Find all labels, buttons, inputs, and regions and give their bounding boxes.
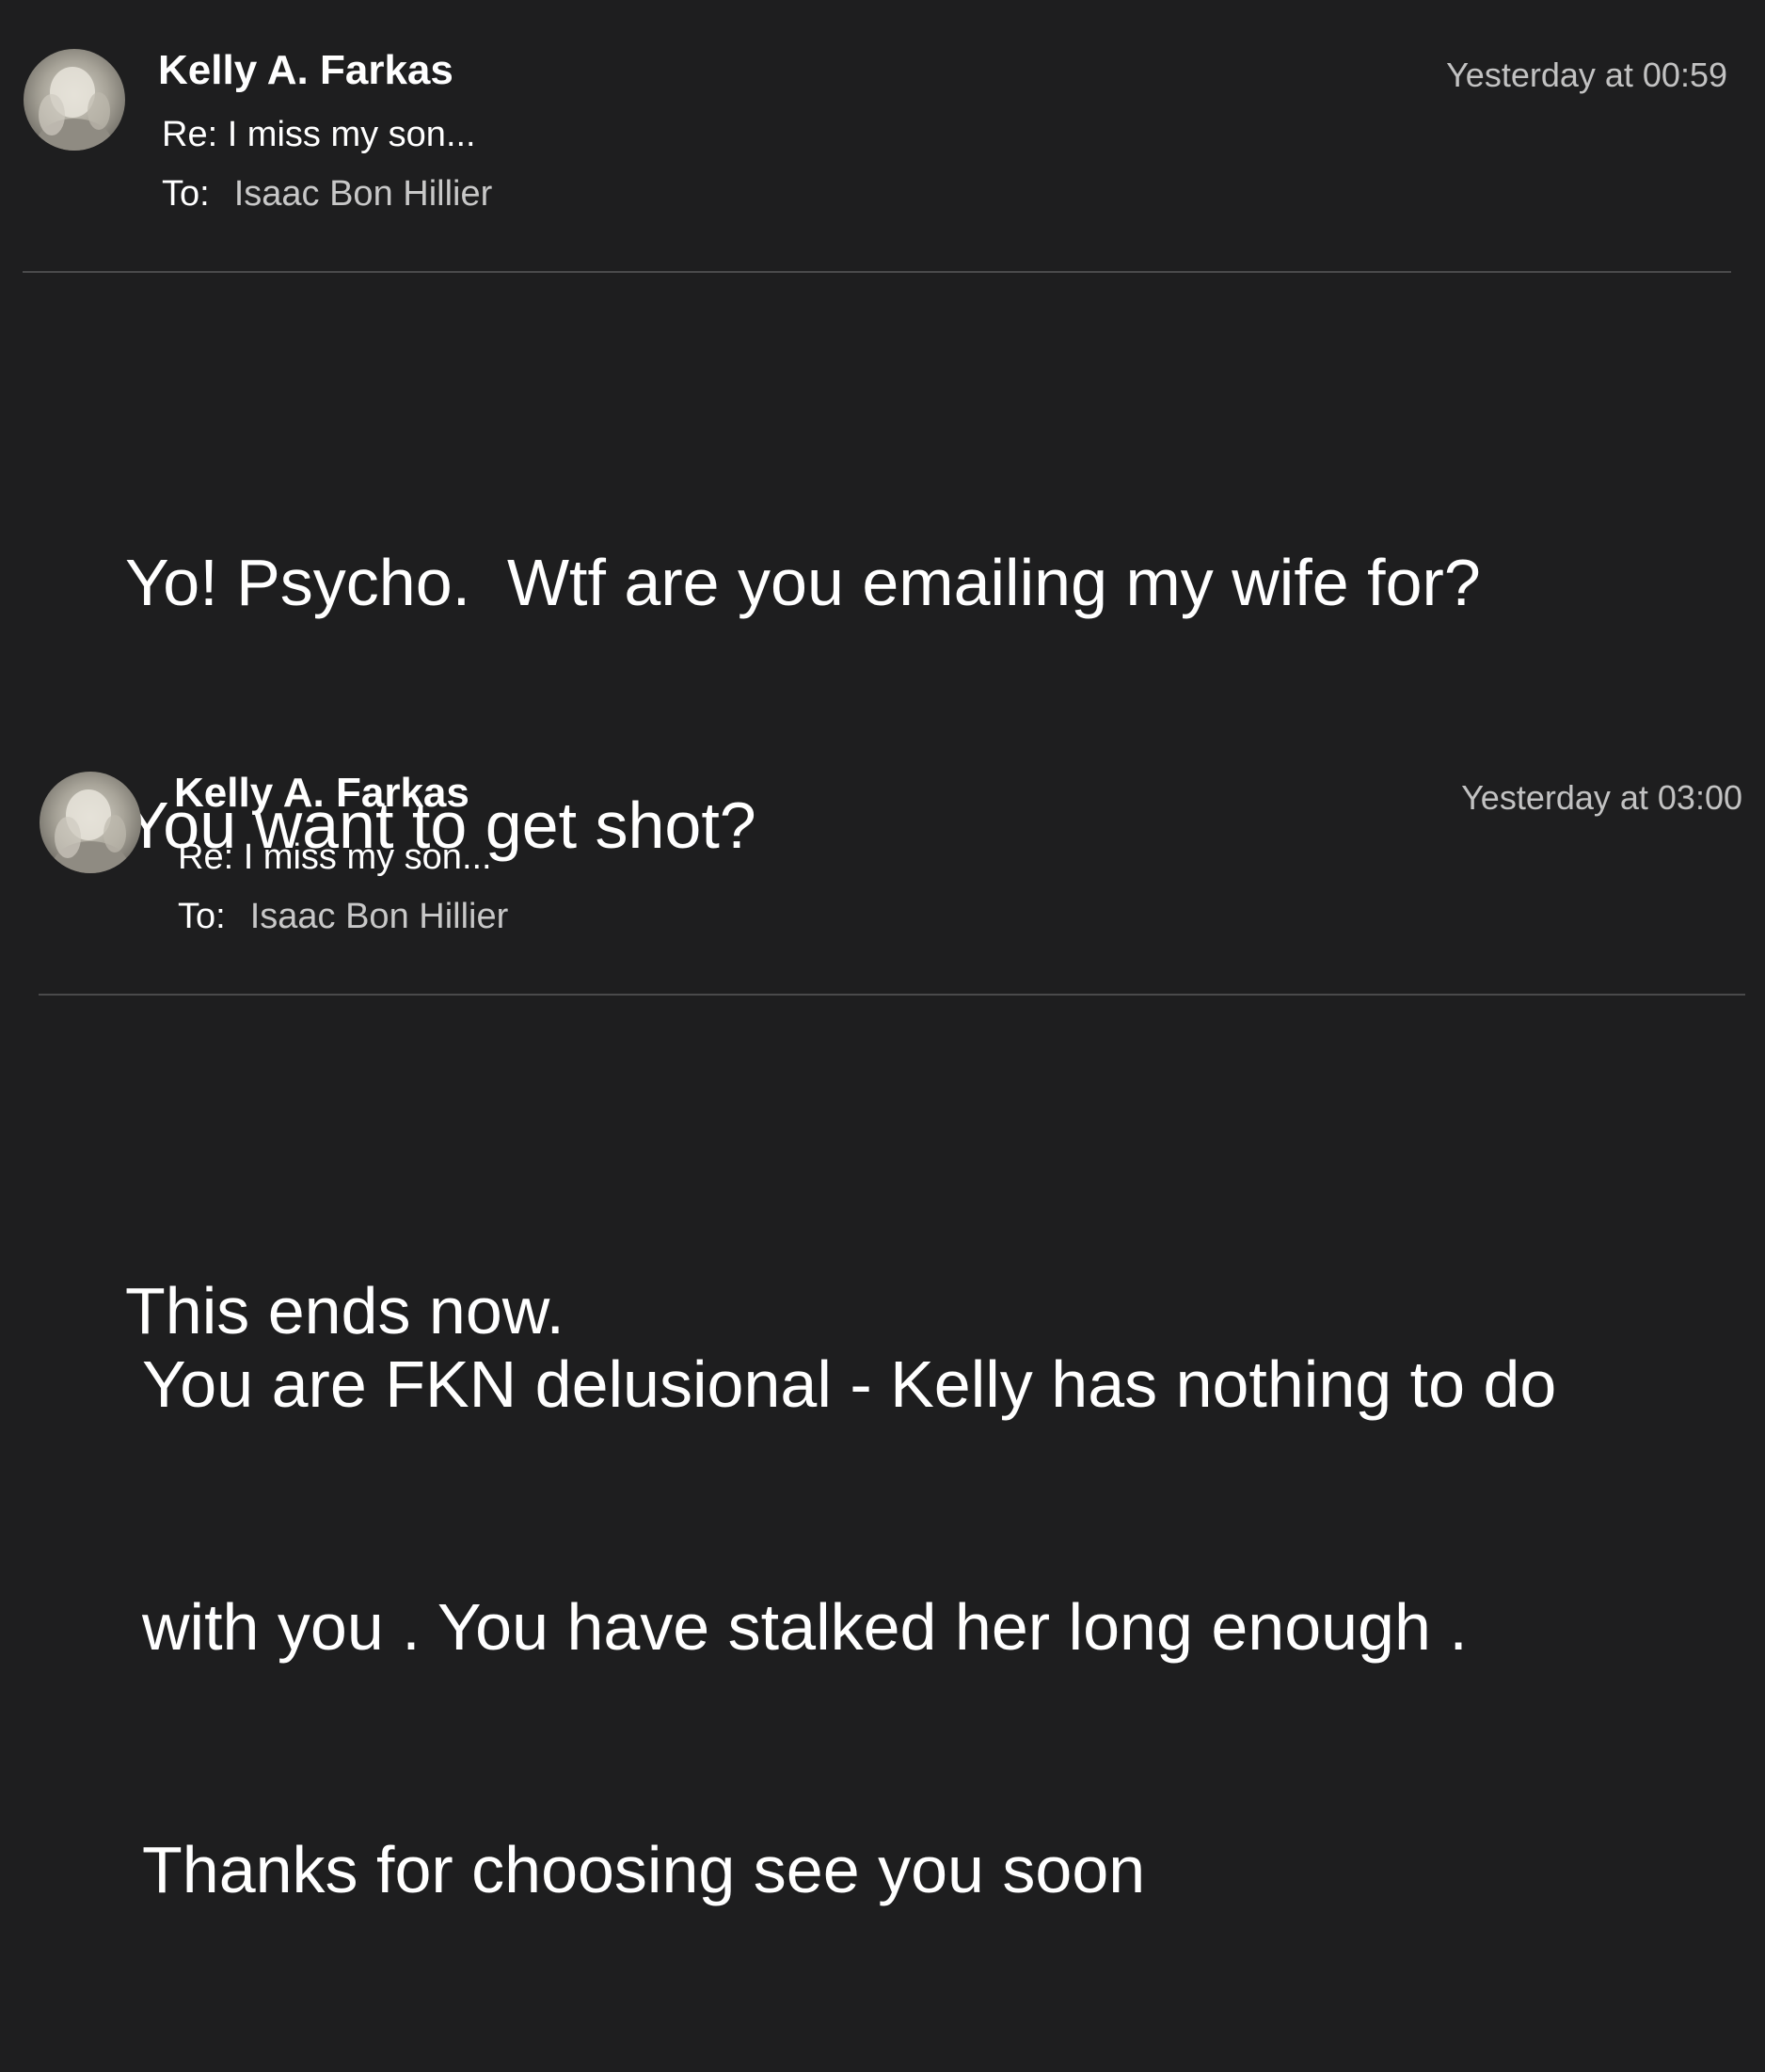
recipient-line: To: Isaac Bon Hillier — [162, 174, 492, 215]
email-subject: Re: I miss my son... — [178, 837, 492, 877]
recipient-line: To: Isaac Bon Hillier — [178, 897, 508, 937]
body-line: with you . You have stalked her long eno… — [142, 1590, 1468, 1664]
recipient-name[interactable]: Isaac Bon Hillier — [234, 174, 493, 214]
header-divider — [23, 271, 1731, 273]
avatar-photo-icon — [24, 49, 125, 151]
email-subject: Re: I miss my son... — [162, 115, 476, 154]
avatar-photo-icon — [40, 772, 141, 873]
email-timestamp: Yesterday at 03:00 — [1461, 778, 1742, 817]
body-line: You are FKN delusional - Kelly has nothi… — [142, 1347, 1557, 1421]
email-timestamp: Yesterday at 00:59 — [1446, 56, 1727, 94]
to-label: To: — [162, 174, 210, 214]
body-line: Thanks for choosing see you soon — [142, 1833, 1146, 1906]
body-line — [125, 1028, 1725, 1108]
sender-avatar[interactable] — [40, 772, 141, 873]
header-divider — [39, 994, 1745, 996]
sender-avatar[interactable] — [24, 49, 125, 151]
sender-name[interactable]: Kelly A. Farkas — [174, 770, 469, 817]
to-label: To: — [178, 897, 226, 936]
body-line: Yo! Psycho. Wtf are you emailing my wife… — [125, 546, 1481, 619]
recipient-name[interactable]: Isaac Bon Hillier — [250, 897, 509, 936]
sender-name[interactable]: Kelly A. Farkas — [158, 47, 453, 94]
email-body: You are FKN delusional - Kelly has nothi… — [142, 1182, 1741, 2072]
